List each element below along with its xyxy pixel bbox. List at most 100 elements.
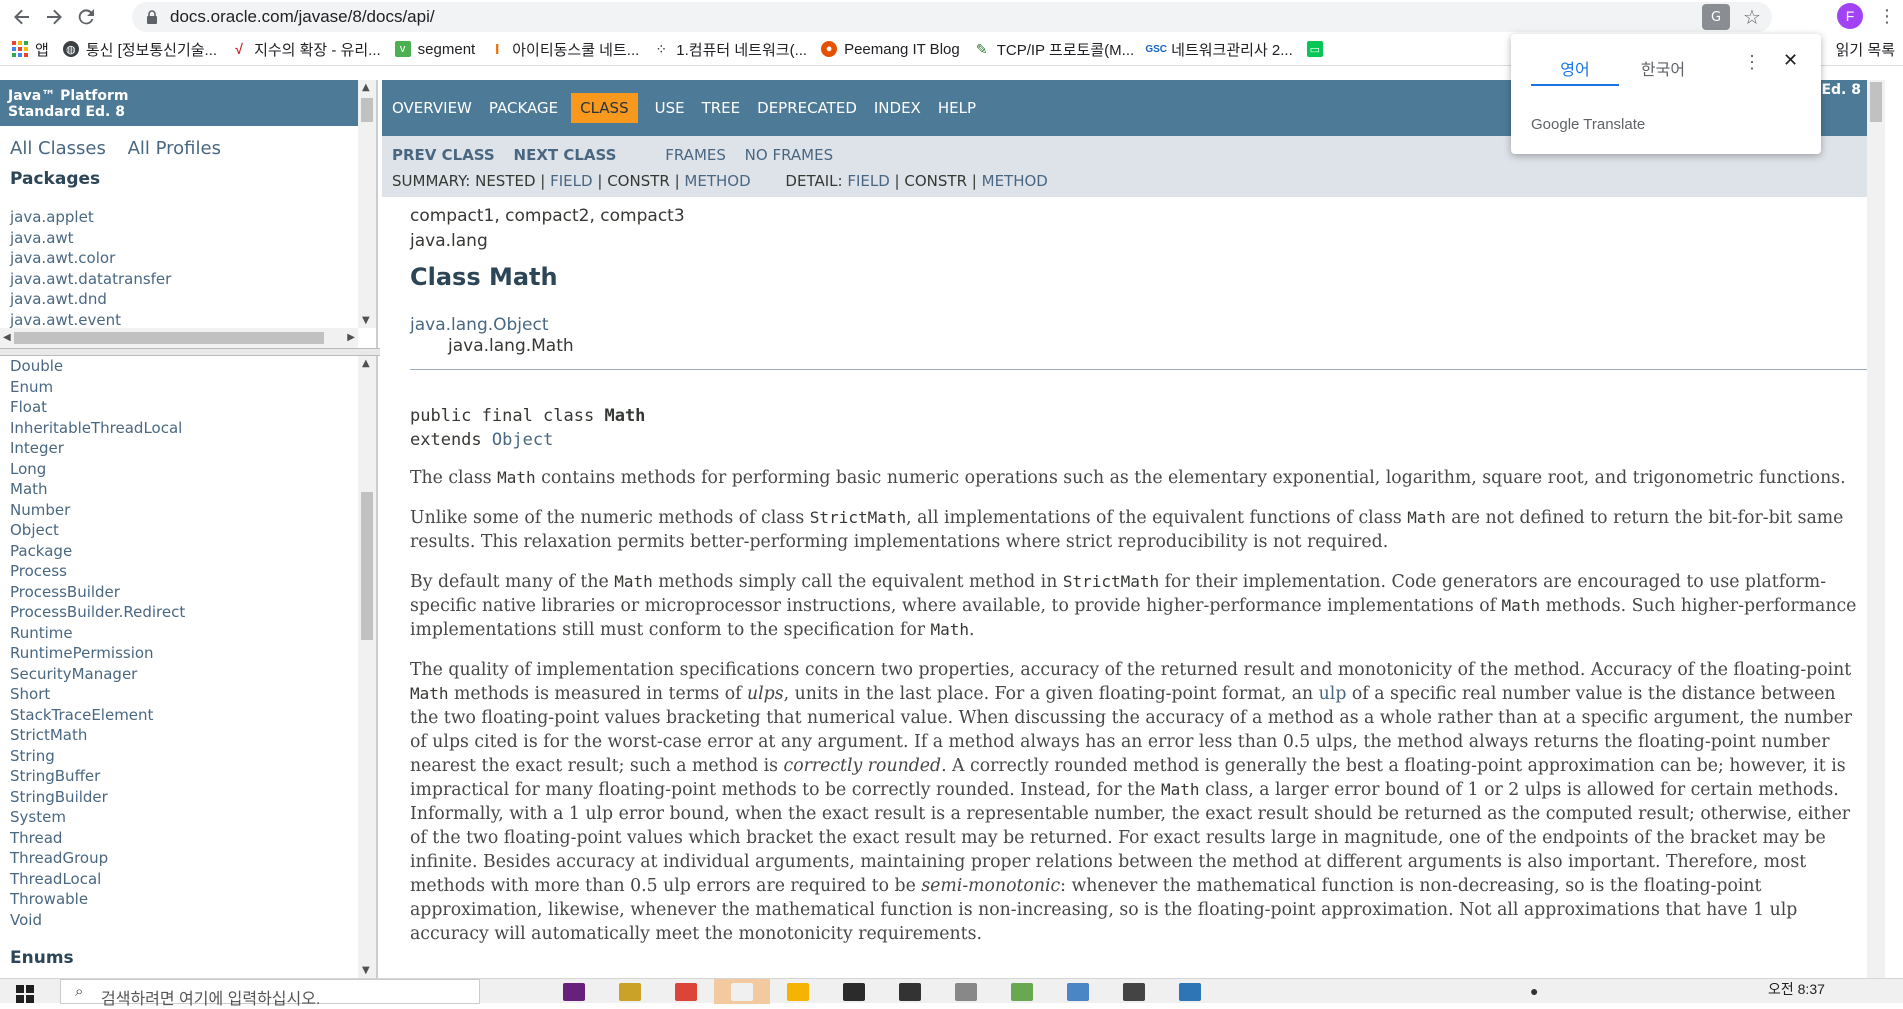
taskbar-app-icon[interactable] [714, 979, 770, 1004]
class-link[interactable]: SecurityManager [10, 664, 366, 685]
class-link[interactable]: StringBuffer [10, 766, 366, 787]
package-link[interactable]: java.applet [10, 207, 366, 228]
taskbar-app-icon[interactable] [490, 979, 546, 1004]
scroll-thumb[interactable] [361, 492, 373, 640]
class-link[interactable]: String [10, 746, 366, 767]
nav-deprecated[interactable]: DEPRECATED [757, 99, 857, 117]
summary-field-link[interactable]: FIELD [550, 172, 592, 190]
class-link[interactable]: ThreadGroup [10, 848, 366, 869]
all-profiles-link[interactable]: All Profiles [128, 138, 221, 159]
taskbar-app-icon[interactable] [826, 979, 882, 1004]
summary-method-link[interactable]: METHOD [684, 172, 750, 190]
bookmark-apps[interactable]: 앱 [12, 39, 49, 60]
prev-class-link[interactable]: PREV CLASS [392, 146, 495, 164]
scroll-up-icon[interactable]: ▲ [362, 82, 370, 93]
object-link[interactable]: java.lang.Object [410, 315, 1857, 336]
class-link[interactable]: RuntimePermission [10, 643, 366, 664]
translate-tab-target[interactable]: 한국어 [1619, 48, 1707, 86]
frame-divider[interactable] [0, 348, 380, 356]
class-link[interactable]: Package [10, 541, 366, 562]
class-link[interactable]: StackTraceElement [10, 705, 366, 726]
taskbar-search-input[interactable]: ⌕ 검색하려면 여기에 입력하십시오. [60, 979, 480, 1008]
tray-icon[interactable]: ● [1530, 983, 1538, 999]
reload-icon[interactable] [70, 1, 102, 33]
nav-overview[interactable]: OVERVIEW [392, 99, 472, 117]
translate-icon[interactable]: G [1702, 4, 1730, 30]
nav-use[interactable]: USE [655, 99, 685, 117]
class-link[interactable]: Double [10, 356, 366, 377]
package-link[interactable]: java.awt.event [10, 310, 366, 331]
bookmark-item[interactable]: v segment [394, 41, 475, 58]
class-link[interactable]: Math [10, 479, 366, 500]
nav-package[interactable]: PACKAGE [489, 99, 558, 117]
bookmark-green-item[interactable]: ▭ [1306, 41, 1330, 57]
package-link[interactable]: java.awt.color [10, 248, 366, 269]
class-link[interactable]: System [10, 807, 366, 828]
class-link[interactable]: Throwable [10, 889, 366, 910]
bookmark-item[interactable]: Ι 아이티동스쿨 네트... [489, 39, 639, 60]
nav-class[interactable]: CLASS [571, 93, 638, 123]
class-link[interactable]: Long [10, 459, 366, 480]
back-icon[interactable] [6, 1, 38, 33]
scroll-up-icon[interactable]: ▲ [362, 358, 370, 369]
class-link[interactable]: ProcessBuilder.Redirect [10, 602, 366, 623]
class-link[interactable]: ThreadLocal [10, 869, 366, 890]
package-link[interactable]: java.awt.datatransfer [10, 269, 366, 290]
class-link[interactable]: Number [10, 500, 366, 521]
clock[interactable]: 오전 8:37 [1768, 979, 1825, 999]
scroll-thumb[interactable] [1870, 82, 1882, 122]
class-link[interactable]: Enum [10, 377, 366, 398]
package-link[interactable]: java.awt [10, 228, 366, 249]
class-link[interactable]: Integer [10, 438, 366, 459]
taskbar-app-icon[interactable] [770, 979, 826, 1004]
translate-tab-source[interactable]: 영어 [1531, 48, 1619, 86]
summary-constr-link[interactable]: CONSTR [607, 172, 670, 190]
class-link[interactable]: StringBuilder [10, 787, 366, 808]
nav-tree[interactable]: TREE [702, 99, 741, 117]
taskbar-app-icon[interactable] [1162, 979, 1218, 1004]
detail-method-link[interactable]: METHOD [982, 172, 1048, 190]
scroll-down-icon[interactable]: ▼ [362, 965, 370, 976]
ulp-link[interactable]: ulp [1319, 684, 1347, 704]
scroll-down-icon[interactable]: ▼ [362, 315, 370, 326]
next-class-link[interactable]: NEXT CLASS [514, 146, 617, 164]
taskbar-app-icon[interactable] [882, 979, 938, 1004]
address-bar[interactable]: docs.oracle.com/javase/8/docs/api/ G ☆ [132, 2, 1772, 32]
bookmark-item[interactable]: √ 지수의 확장 - 유리... [231, 39, 380, 60]
class-link[interactable]: InheritableThreadLocal [10, 418, 366, 439]
sig-object-link[interactable]: Object [492, 430, 553, 450]
forward-icon[interactable] [38, 1, 70, 33]
class-link[interactable]: StrictMath [10, 725, 366, 746]
taskbar-app-icon[interactable] [546, 979, 602, 1004]
detail-constr-link[interactable]: CONSTR [904, 172, 967, 190]
all-classes-link[interactable]: All Classes [10, 138, 106, 159]
taskbar-app-icon[interactable] [602, 979, 658, 1004]
bookmark-star-icon[interactable]: ☆ [1740, 5, 1764, 29]
class-link[interactable]: Short [10, 684, 366, 705]
bookmark-item[interactable]: ✎ TCP/IP 프로토콜(M... [974, 39, 1134, 60]
content-vscrollbar[interactable] [1867, 80, 1885, 978]
scroll-left-icon[interactable]: ◀ [3, 332, 11, 343]
class-link[interactable]: Void [10, 910, 366, 931]
reading-list[interactable]: 읽기 목록 [1836, 33, 1895, 66]
frames-link[interactable]: FRAMES [665, 146, 726, 164]
packages-hscrollbar[interactable]: ◀ ▶ [0, 328, 358, 348]
classes-vscrollbar[interactable]: ▲ ▼ [358, 356, 376, 978]
close-icon[interactable]: ✕ [1783, 50, 1798, 71]
class-link[interactable]: Float [10, 397, 366, 418]
detail-field-link[interactable]: FIELD [847, 172, 889, 190]
bookmark-item[interactable]: ⁘ 1.컴퓨터 네트워크(... [653, 39, 807, 60]
package-link[interactable]: java.awt.dnd [10, 289, 366, 310]
class-link[interactable]: ProcessBuilder [10, 582, 366, 603]
class-link[interactable]: Process [10, 561, 366, 582]
scroll-right-icon[interactable]: ▶ [347, 332, 355, 343]
taskbar-app-icon[interactable] [1050, 979, 1106, 1004]
packages-vscrollbar[interactable]: ▲ ▼ [358, 80, 376, 328]
more-options-icon[interactable]: ⋮ [1743, 52, 1761, 73]
nav-index[interactable]: INDEX [874, 99, 921, 117]
class-link[interactable]: Thread [10, 828, 366, 849]
taskbar-app-icon[interactable] [994, 979, 1050, 1004]
taskbar-app-icon[interactable] [658, 979, 714, 1004]
windows-start-icon[interactable] [16, 985, 34, 1003]
no-frames-link[interactable]: NO FRAMES [745, 146, 833, 164]
